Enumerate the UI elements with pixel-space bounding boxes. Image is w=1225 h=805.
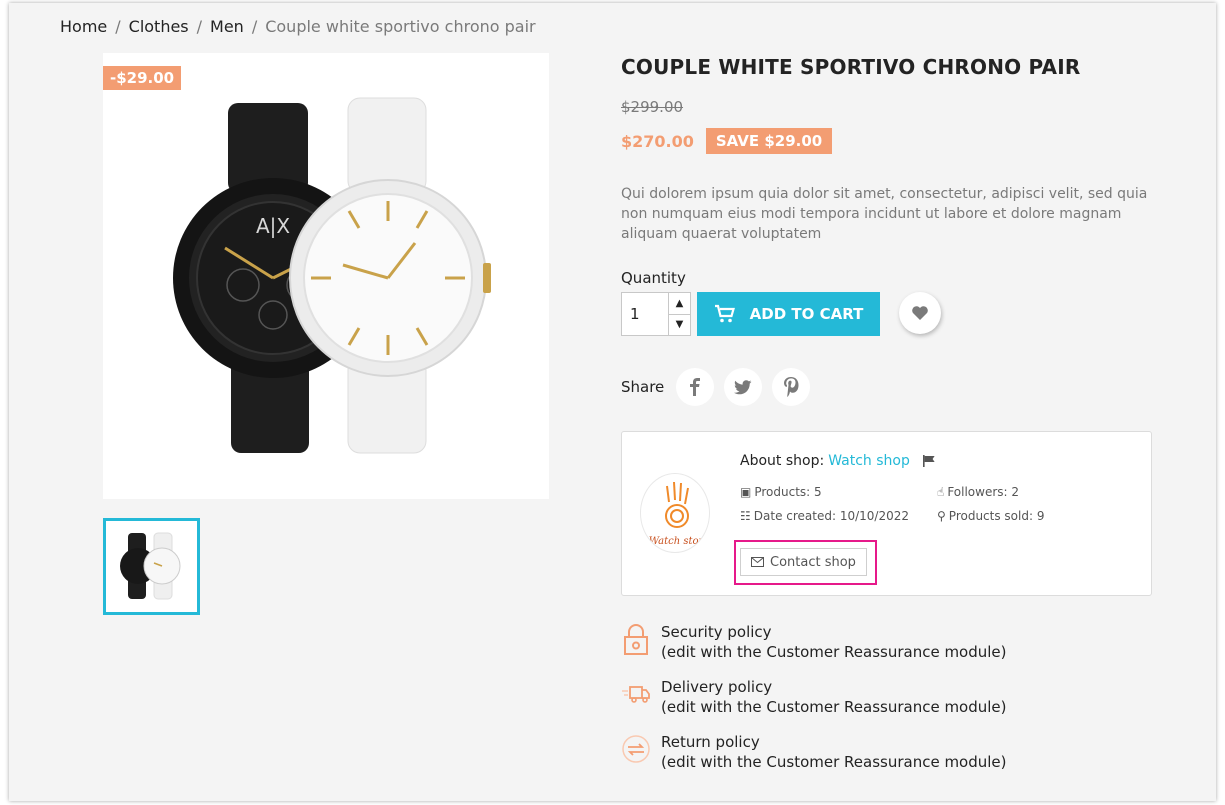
breadcrumb-home[interactable]: Home bbox=[60, 17, 107, 36]
product-title: COUPLE WHITE SPORTIVO CHRONO PAIR bbox=[621, 55, 1081, 79]
add-to-cart-button[interactable]: ADD TO CART bbox=[697, 292, 880, 336]
product-description: Qui dolorem ipsum quia dolor sit amet, c… bbox=[621, 186, 1148, 242]
add-to-cart-label: ADD TO CART bbox=[749, 305, 864, 323]
watch-brand-text: A|X bbox=[256, 214, 290, 238]
wishlist-button[interactable] bbox=[899, 292, 941, 334]
old-price: $299.00 bbox=[621, 98, 684, 116]
products-sold-text: Products sold: 9 bbox=[948, 509, 1045, 523]
chevron-down-icon[interactable]: ▼ bbox=[669, 313, 690, 336]
breadcrumb-clothes[interactable]: Clothes bbox=[129, 17, 189, 36]
breadcrumb-separator: / bbox=[196, 17, 203, 36]
about-shop-label: About shop: bbox=[740, 453, 825, 469]
breadcrumb-separator: / bbox=[115, 17, 121, 36]
watch-pair-thumbnail-icon bbox=[120, 532, 181, 600]
shop-logo-text: Watch stor bbox=[649, 536, 705, 547]
quantity-label: Quantity bbox=[621, 269, 686, 287]
lock-icon bbox=[621, 622, 651, 656]
share-row: Share bbox=[621, 368, 811, 406]
breadcrumb-current: Couple white sportivo chrono pair bbox=[265, 17, 536, 36]
breadcrumb-separator: / bbox=[251, 17, 258, 36]
products-count-text: Products: 5 bbox=[754, 485, 822, 499]
discount-flag: -$29.00 bbox=[103, 66, 182, 90]
return-policy: Return policy (edit with the Customer Re… bbox=[621, 732, 1007, 772]
facebook-icon[interactable] bbox=[676, 368, 715, 406]
contact-shop-label: Contact shop bbox=[770, 554, 856, 570]
stepper-buttons: ▲ ▼ bbox=[668, 293, 690, 335]
quantity-stepper: ▲ ▼ bbox=[621, 292, 691, 336]
cubes-icon: ▣ bbox=[740, 485, 752, 499]
save-badge: SAVE $29.00 bbox=[705, 128, 833, 154]
followers-count-text: Followers: 2 bbox=[947, 485, 1020, 499]
security-policy-title: Security policy bbox=[661, 623, 772, 641]
chevron-up-icon[interactable]: ▲ bbox=[669, 293, 690, 314]
cart-small-icon: ⚲ bbox=[937, 509, 946, 523]
truck-icon bbox=[621, 677, 651, 711]
shop-name-link[interactable]: Watch shop bbox=[828, 453, 910, 469]
watch-pair-image: A|X bbox=[173, 97, 491, 454]
date-created: ☷ Date created: 10/10/2022 bbox=[740, 509, 909, 523]
security-policy: Security policy (edit with the Customer … bbox=[621, 622, 1007, 662]
heart-icon bbox=[912, 306, 928, 320]
date-created-text: Date created: 10/10/2022 bbox=[753, 509, 909, 523]
return-policy-title: Return policy bbox=[661, 733, 760, 751]
envelope-icon bbox=[751, 557, 764, 567]
product-main-image[interactable]: A|X -$29.00 bbox=[103, 53, 549, 499]
product-thumbnail[interactable] bbox=[103, 518, 200, 615]
followers-count: ☝ Followers: 2 bbox=[937, 485, 1019, 499]
breadcrumb-men[interactable]: Men bbox=[210, 17, 244, 36]
pinterest-icon[interactable] bbox=[772, 368, 811, 406]
share-label: Share bbox=[621, 378, 665, 396]
thumbs-up-icon: ☝ bbox=[937, 485, 945, 499]
product-page: Home / Clothes / Men / Couple white spor… bbox=[9, 3, 1216, 801]
delivery-policy-title: Delivery policy bbox=[661, 678, 773, 696]
delivery-policy: Delivery policy (edit with the Customer … bbox=[621, 677, 1007, 717]
calendar-icon: ☷ bbox=[740, 509, 751, 523]
quantity-input[interactable] bbox=[622, 293, 668, 335]
flag-icon[interactable] bbox=[922, 455, 936, 467]
shop-card: Watch stor About shop: Watch shop ▣ Prod… bbox=[621, 431, 1152, 596]
products-sold: ⚲ Products sold: 9 bbox=[937, 509, 1044, 523]
twitter-icon[interactable] bbox=[724, 368, 763, 406]
return-icon bbox=[621, 732, 651, 766]
security-policy-note: (edit with the Customer Reassurance modu… bbox=[661, 643, 1007, 661]
return-policy-note: (edit with the Customer Reassurance modu… bbox=[661, 753, 1007, 771]
current-price: $270.00 bbox=[621, 131, 694, 151]
cart-icon bbox=[714, 304, 735, 323]
price-row: $270.00 SAVE $29.00 bbox=[621, 128, 833, 154]
contact-shop-button[interactable]: Contact shop bbox=[740, 548, 867, 576]
about-shop: About shop: Watch shop bbox=[740, 453, 936, 469]
shop-logo[interactable]: Watch stor bbox=[640, 473, 710, 553]
delivery-policy-note: (edit with the Customer Reassurance modu… bbox=[661, 698, 1007, 716]
breadcrumb: Home / Clothes / Men / Couple white spor… bbox=[60, 17, 536, 36]
products-count: ▣ Products: 5 bbox=[740, 485, 822, 499]
shop-logo-image: Watch stor bbox=[649, 481, 705, 547]
